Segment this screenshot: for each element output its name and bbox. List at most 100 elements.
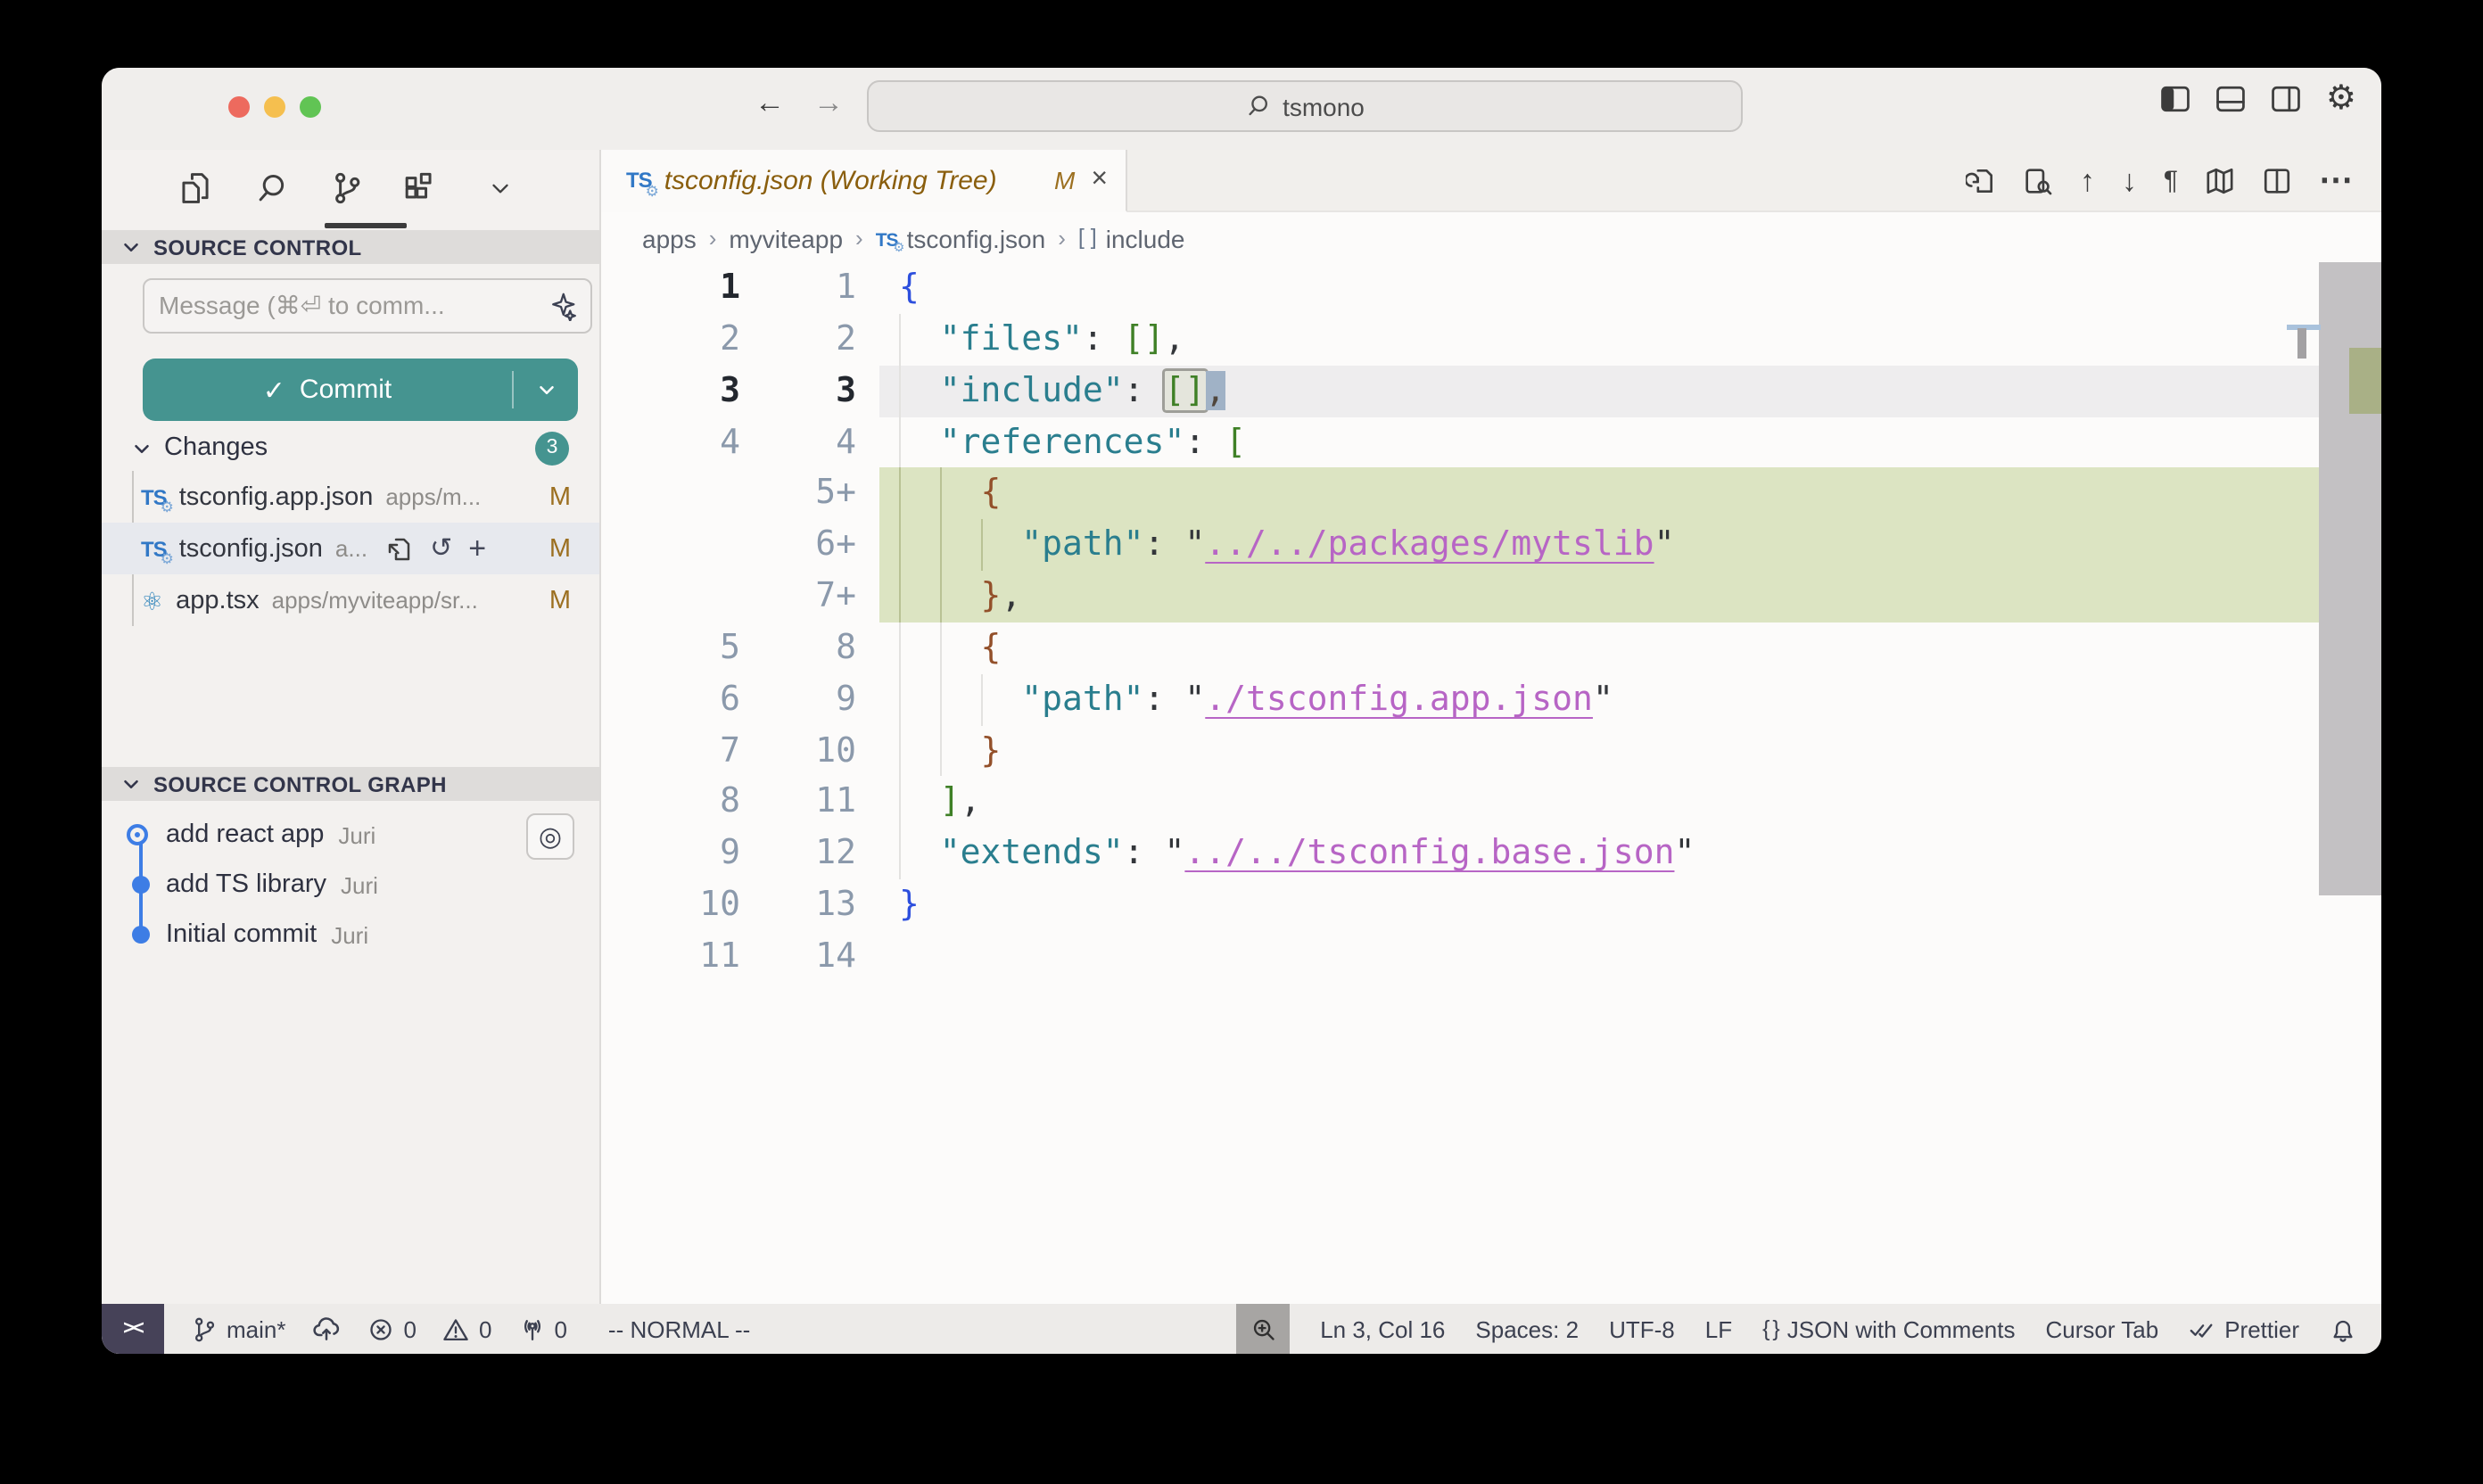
modified-line-number: 2 <box>758 314 856 366</box>
errors-status[interactable]: 0 <box>368 1315 417 1342</box>
discard-icon[interactable]: ↺ <box>430 535 452 562</box>
indent-guide <box>899 468 901 622</box>
modified-line-number: 8 <box>758 622 856 674</box>
commit-button[interactable]: ✓ Commit <box>143 359 578 421</box>
code-line-1[interactable]: 11{ <box>601 262 2381 314</box>
close-tab-icon[interactable]: × <box>1091 164 1108 196</box>
eol-status[interactable]: LF <box>1705 1315 1732 1342</box>
whitespace-icon[interactable]: ¶ <box>2164 167 2178 194</box>
tab-title: tsconfig.json (Working Tree) <box>664 165 1042 195</box>
activity-search-icon[interactable] <box>244 161 298 214</box>
toggle-panel-icon[interactable] <box>2215 84 2246 114</box>
code-text: { <box>899 468 1001 520</box>
notifications-bell[interactable] <box>2330 1315 2356 1342</box>
settings-gear-icon[interactable]: ⚙ <box>2326 82 2356 116</box>
zoom-status[interactable] <box>1236 1304 1290 1354</box>
code-line-10[interactable]: 710 } <box>601 725 2381 777</box>
chevron-down-icon <box>120 772 143 796</box>
activity-chevron-down-icon[interactable] <box>473 161 526 214</box>
activity-extensions-icon[interactable] <box>391 161 444 214</box>
commit-message: add TS library <box>166 870 326 899</box>
toggle-primary-sidebar-icon[interactable] <box>2160 84 2190 114</box>
map-icon[interactable] <box>2205 165 2235 195</box>
publish-status[interactable] <box>313 1315 342 1343</box>
back-icon[interactable]: ← <box>755 86 785 121</box>
changes-section-header[interactable]: Changes 3 <box>102 425 599 471</box>
workbench: SOURCE CONTROL Message (⌘⏎ to comm... ✓ … <box>102 150 2381 1304</box>
sparkle-icon[interactable] <box>546 291 576 321</box>
toggle-secondary-sidebar-icon[interactable] <box>2271 84 2301 114</box>
title-bar: ← → tsmono ⚙ <box>102 68 2381 150</box>
code-line-9[interactable]: 69 "path": "./tsconfig.app.json" <box>601 674 2381 726</box>
formatter-status[interactable]: Prettier <box>2189 1315 2299 1342</box>
maximize-window-button[interactable] <box>300 96 321 118</box>
ports-status[interactable]: 0 <box>518 1315 566 1342</box>
vim-mode-status[interactable]: -- NORMAL -- <box>608 1315 750 1342</box>
commit-row[interactable]: Initial commitJuri <box>102 910 599 960</box>
code-line-3[interactable]: 33 "include": [], <box>601 365 2381 416</box>
more-actions-icon[interactable]: ⋯ <box>2319 163 2353 197</box>
commit-row[interactable]: add TS library Juri <box>102 860 599 910</box>
cursor-tab-status[interactable]: Cursor Tab <box>2046 1315 2159 1342</box>
code-line-14[interactable]: 1114 <box>601 931 2381 983</box>
split-editor-icon[interactable] <box>2262 165 2292 195</box>
commit-dropdown-button[interactable] <box>514 378 578 401</box>
overview-ruler-selection-mark <box>2297 328 2306 359</box>
next-change-icon[interactable]: ↓ <box>2122 165 2137 195</box>
path-link[interactable]: ./tsconfig.app.json <box>1205 680 1593 719</box>
checkout-target-button[interactable]: ◎ <box>526 813 574 860</box>
original-line-number: 2 <box>601 314 740 366</box>
file-row-tsconfig.json[interactable]: TS⚙tsconfig.jsona...↺+M <box>102 523 599 574</box>
diff-editor[interactable]: 11{22 "files": [],33 "include": [],44 "r… <box>601 262 2381 1304</box>
forward-icon[interactable]: → <box>813 86 844 121</box>
file-row-tsconfig.app.json[interactable]: TS⚙tsconfig.app.jsonapps/m...M <box>102 471 599 523</box>
close-window-button[interactable] <box>228 96 250 118</box>
stage-icon[interactable]: + <box>468 533 486 564</box>
open-file-icon[interactable] <box>385 534 414 563</box>
tab-tsconfig-working-tree[interactable]: TS⚙ tsconfig.json (Working Tree) M × <box>601 150 1127 212</box>
inline-view-icon[interactable] <box>2023 165 2053 195</box>
code-line-5[interactable]: 5+ { <box>601 468 2381 520</box>
file-row-app.tsx[interactable]: ⚛app.tsxapps/myviteapp/sr...M <box>102 574 599 626</box>
warnings-status[interactable]: 0 <box>443 1315 491 1342</box>
path-link[interactable]: ../../packages/mytslib <box>1205 524 1654 564</box>
path-link[interactable]: ../../tsconfig.base.json <box>1184 834 1674 873</box>
language-mode-status[interactable]: { }JSON with Comments <box>1762 1315 2015 1342</box>
code-text: "references": [ <box>899 416 1246 468</box>
commit-dot <box>132 876 150 894</box>
breadcrumb-item-apps[interactable]: apps <box>642 224 697 252</box>
code-line-2[interactable]: 22 "files": [], <box>601 314 2381 366</box>
breadcrumb-item-myviteapp[interactable]: myviteapp <box>729 224 843 252</box>
remote-indicator[interactable]: >< <box>102 1304 164 1354</box>
breadcrumb-item-include[interactable]: [ ]include <box>1078 224 1185 252</box>
code-line-4[interactable]: 44 "references": [ <box>601 416 2381 468</box>
commit-message-input[interactable]: Message (⌘⏎ to comm... <box>143 278 592 334</box>
code-line-13[interactable]: 1013} <box>601 879 2381 931</box>
encoding-status[interactable]: UTF-8 <box>1609 1315 1675 1342</box>
indentation-status[interactable]: Spaces: 2 <box>1475 1315 1579 1342</box>
code-line-12[interactable]: 912 "extends": "../../tsconfig.base.json… <box>601 829 2381 880</box>
cursor-position-status[interactable]: Ln 3, Col 16 <box>1320 1315 1445 1342</box>
vim-block-cursor: , <box>1205 370 1225 409</box>
commit-row[interactable]: add react appJuri◎ <box>102 810 599 860</box>
source-control-section-header[interactable]: SOURCE CONTROL <box>102 230 599 264</box>
open-changes-icon[interactable] <box>1966 165 1996 195</box>
code-line-8[interactable]: 58 { <box>601 622 2381 674</box>
breadcrumb: apps›myviteapp›TS⚙tsconfig.json›[ ]inclu… <box>601 212 2381 264</box>
branch-status[interactable]: main* <box>191 1315 286 1342</box>
breadcrumb-item-tsconfig.json[interactable]: TS⚙tsconfig.json <box>876 224 1046 252</box>
commit-author: Juri <box>338 821 375 848</box>
code-line-6[interactable]: 6+ "path": "../../packages/mytslib" <box>601 519 2381 571</box>
code-line-7[interactable]: 7+ }, <box>601 571 2381 622</box>
source-control-graph-section-header[interactable]: SOURCE CONTROL GRAPH <box>102 767 599 801</box>
activity-explorer-icon[interactable] <box>168 161 221 214</box>
activity-bar <box>102 150 599 230</box>
code-line-11[interactable]: 811 ], <box>601 777 2381 829</box>
previous-change-icon[interactable]: ↑ <box>2080 165 2095 195</box>
minimize-window-button[interactable] <box>264 96 285 118</box>
command-center-search[interactable]: tsmono <box>867 80 1743 132</box>
activity-source-control-icon[interactable] <box>319 161 373 214</box>
commit-author: Juri <box>341 871 378 898</box>
original-line-number: 10 <box>601 879 740 931</box>
changes-label: Changes <box>164 433 268 462</box>
